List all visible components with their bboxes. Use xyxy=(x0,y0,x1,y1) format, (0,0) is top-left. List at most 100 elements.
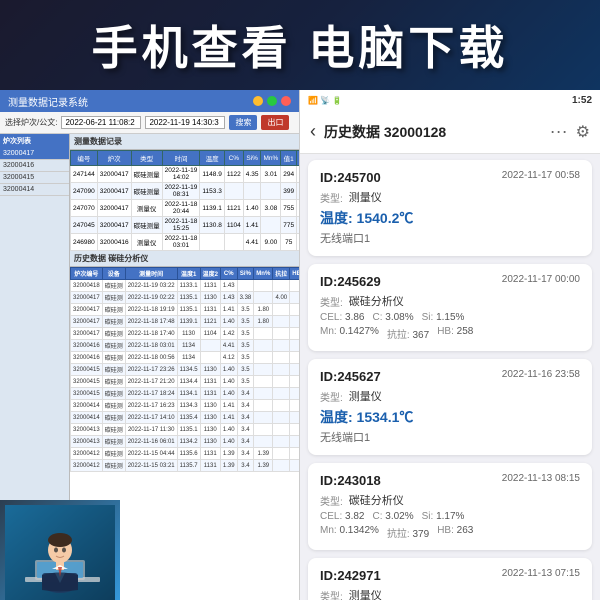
sidebar-item-2[interactable]: 32000415 xyxy=(0,172,69,184)
col-header-mn: Mn% xyxy=(261,151,281,166)
table-row: 32000415碳硅测2022-11-17 21:201134.411311.4… xyxy=(71,376,300,388)
record-type-row-0: 类型: 测量仪 xyxy=(320,189,580,205)
back-btn[interactable]: ‹ xyxy=(310,121,316,142)
table-row: 32000415碳硅测2022-11-17 18:241134.111311.4… xyxy=(71,388,300,400)
table-row: 32000414碳硅测2022-11-17 14:101135.411301.4… xyxy=(71,412,300,424)
banner-text: 手机查看 电脑下载 xyxy=(92,12,509,78)
sidebar-item-3[interactable]: 32000414 xyxy=(0,184,69,196)
record-datetime-2: 2022-11-16 23:58 xyxy=(502,369,580,380)
table-row: 247090 32000417 碳硅测量 2022-11-1908:31 115… xyxy=(71,183,300,200)
export-btn[interactable]: 出口 xyxy=(261,115,289,130)
table-row: 32000417碳硅测2022-11-18 17:481139.111211.4… xyxy=(71,316,300,328)
record-card-2: ID:245627 2022-11-16 23:58 类型: 测量仪 温度: 1… xyxy=(308,359,592,455)
record-header-0: ID:245700 2022-11-17 00:58 xyxy=(320,170,580,185)
sidebar-item-1[interactable]: 32000416 xyxy=(0,160,69,172)
phone-navbar: ‹ 历史数据 32000128 ··· ⚙ xyxy=(300,110,600,154)
top-banner: 手机查看 电脑下载 xyxy=(0,0,600,90)
record-detail-row-1a: CEL: 3.86 C: 3.08% Si: 1.15% xyxy=(320,312,580,323)
more-btn[interactable]: ··· xyxy=(550,121,568,142)
sidebar-header: 炉次列表 xyxy=(0,134,69,148)
phone-content[interactable]: ID:245700 2022-11-17 00:58 类型: 测量仪 温度: 1… xyxy=(300,154,600,600)
table-row: 32000417碳硅测2022-11-19 02:221135.111301.4… xyxy=(71,292,300,304)
record-secondary-0: 无线端口1 xyxy=(320,230,580,246)
table-row: 32000412碳硅测2022-11-15 03:211135.711311.3… xyxy=(71,460,300,472)
record-datetime-4: 2022-11-13 07:15 xyxy=(502,568,580,579)
table-row: 32000416碳硅测2022-11-18 00:5611344.123.575… xyxy=(71,352,300,364)
maximize-btn[interactable] xyxy=(267,96,277,106)
table-row: 247045 32000417 碳硅测量 2022-11-1815:25 113… xyxy=(71,217,300,234)
record-value-0: 温度: 1540.2℃ xyxy=(320,208,580,228)
right-panel: 📶📡🔋 1:52 ‹ 历史数据 32000128 ··· ⚙ ID:245700… xyxy=(300,90,600,600)
col-header-lot: 炉次 xyxy=(97,151,131,166)
record-id-4: ID:242971 xyxy=(320,568,381,583)
col-header-id: 编号 xyxy=(71,151,98,166)
section-title: 测量数据记录 xyxy=(70,134,299,150)
col-header-time: 时间 xyxy=(162,151,200,166)
window-titlebar: 测量数据记录系统 xyxy=(0,90,299,112)
record-header-3: ID:243018 2022-11-13 08:15 xyxy=(320,473,580,488)
settings-btn[interactable]: ⚙ xyxy=(576,122,590,142)
table-row: 32000417碳硅测2022-11-18 19:191135.111311.4… xyxy=(71,304,300,316)
date-to-input[interactable] xyxy=(145,116,225,129)
table-row: 32000413碳硅测2022-11-16 06:011134.211301.4… xyxy=(71,436,300,448)
window-title: 测量数据记录系统 xyxy=(8,94,249,109)
table-row: 32000413碳硅测2022-11-17 11:301135.111301.4… xyxy=(71,424,300,436)
col-header-c: C% xyxy=(224,151,243,166)
minimize-btn[interactable] xyxy=(253,96,263,106)
table-row: 246980 32000416 测量仪 2022-11-1803:01 4.41… xyxy=(71,234,300,251)
left-panel: 测量数据记录系统 选择炉次/公文: 搜索 出口 炉次列表 32000417 3 xyxy=(0,90,300,600)
record-datetime-1: 2022-11-17 00:00 xyxy=(502,274,580,285)
record-secondary-2: 无线端口1 xyxy=(320,429,580,445)
record-header-1: ID:245629 2022-11-17 00:00 xyxy=(320,274,580,289)
main-content: 测量数据记录系统 选择炉次/公文: 搜索 出口 炉次列表 32000417 3 xyxy=(0,90,600,600)
table-row: 32000418碳硅测2022-11-19 03:221133.111311.4… xyxy=(71,280,300,292)
close-btn[interactable] xyxy=(281,96,291,106)
record-header-2: ID:245627 2022-11-16 23:58 xyxy=(320,369,580,384)
search-btn[interactable]: 搜索 xyxy=(229,115,257,130)
table-row: 247070 32000417 测量仪 2022-11-1820:44 1139… xyxy=(71,200,300,217)
record-type-row-4: 类型: 测量仪 xyxy=(320,587,580,600)
bottom-section-title: 历史数据 碳硅分析仪 xyxy=(70,251,299,267)
phone-screen: 📶📡🔋 1:52 ‹ 历史数据 32000128 ··· ⚙ ID:245700… xyxy=(300,90,600,600)
record-card-0: ID:245700 2022-11-17 00:58 类型: 测量仪 温度: 1… xyxy=(308,160,592,256)
col-header-si: Si% xyxy=(243,151,261,166)
status-time: 1:52 xyxy=(572,95,592,106)
col-header-temp: 温度 xyxy=(200,151,224,166)
window-toolbar: 选择炉次/公文: 搜索 出口 xyxy=(0,112,299,134)
record-header-4: ID:242971 2022-11-13 07:15 xyxy=(320,568,580,583)
record-type-row-1: 类型: 碳硅分析仪 xyxy=(320,293,580,309)
record-detail-row-3a: CEL: 3.82 C: 3.02% Si: 1.17% xyxy=(320,511,580,522)
record-id-2: ID:245627 xyxy=(320,369,381,384)
record-value-2: 温度: 1534.1℃ xyxy=(320,407,580,427)
record-detail-row-1b: Mn: 0.1427% 抗拉: 367 HB: 258 xyxy=(320,326,580,341)
table-row: 32000416碳硅测2022-11-18 03:0111344.413.575 xyxy=(71,340,300,352)
table-row: 32000412碳硅测2022-11-15 04:441135.611311.3… xyxy=(71,448,300,460)
bottom-data-table: 炉次编号 设备 测量时间 温度1 温度2 C% Si% Mn% 抗拉 HB xyxy=(70,267,299,472)
toolbar-label: 选择炉次/公文: xyxy=(5,117,57,128)
table-row: 32000414碳硅测2022-11-17 16:231134.311301.4… xyxy=(71,400,300,412)
bottom-table-wrap: 炉次编号 设备 测量时间 温度1 温度2 C% Si% Mn% 抗拉 HB xyxy=(70,267,299,472)
nav-title: 历史数据 32000128 xyxy=(324,122,542,142)
record-type-row-3: 类型: 碳硅分析仪 xyxy=(320,492,580,508)
table-row: 247144 32000417 碳硅测量 2022-11-1914:02 114… xyxy=(71,166,300,183)
record-id-3: ID:243018 xyxy=(320,473,381,488)
sidebar-item-0[interactable]: 32000417 xyxy=(0,148,69,160)
person-silhouette xyxy=(0,500,120,600)
main-data-table: 编号 炉次 类型 时间 温度 C% Si% Mn% 值1 值2 操作 xyxy=(70,150,299,251)
record-card-4: ID:242971 2022-11-13 07:15 类型: 测量仪 温度: 1… xyxy=(308,558,592,600)
col-header-val1: 值1 xyxy=(281,151,297,166)
phone-statusbar: 📶📡🔋 1:52 xyxy=(300,90,600,110)
record-datetime-3: 2022-11-13 08:15 xyxy=(502,473,580,484)
record-detail-row-3b: Mn: 0.1342% 抗拉: 379 HB: 263 xyxy=(320,525,580,540)
record-id-0: ID:245700 xyxy=(320,170,381,185)
record-card-3: ID:243018 2022-11-13 08:15 类型: 碳硅分析仪 CEL… xyxy=(308,463,592,550)
record-id-1: ID:245629 xyxy=(320,274,381,289)
record-type-row-2: 类型: 测量仪 xyxy=(320,388,580,404)
photo-overlay xyxy=(0,500,120,600)
col-header-val2: 值2 xyxy=(297,151,299,166)
status-icons-left: 📶📡🔋 xyxy=(308,96,342,105)
table-row: 32000415碳硅测2022-11-17 23:261134.511301.4… xyxy=(71,364,300,376)
record-datetime-0: 2022-11-17 00:58 xyxy=(502,170,580,181)
date-from-input[interactable] xyxy=(61,116,141,129)
table-row: 32000417碳硅测2022-11-18 17:40113011041.423… xyxy=(71,328,300,340)
